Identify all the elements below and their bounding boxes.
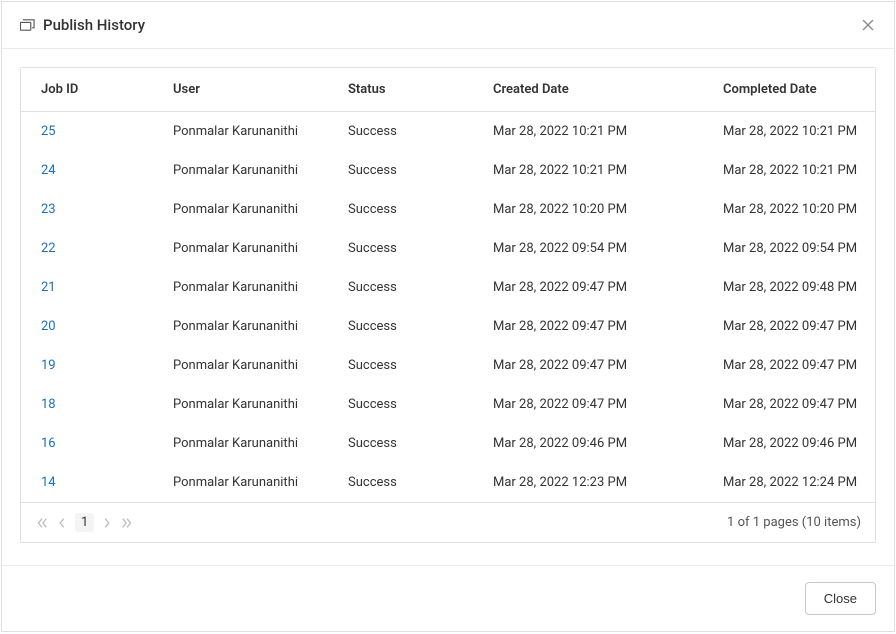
cell-completed: Mar 28, 2022 10:20 PM (723, 202, 863, 217)
pager-summary: 1 of 1 pages (10 items) (727, 515, 861, 530)
cell-created: Mar 28, 2022 10:21 PM (493, 163, 723, 178)
job-id-link[interactable]: 25 (41, 124, 56, 139)
dialog-title: Publish History (43, 16, 145, 34)
table-body: 25Ponmalar KarunanithiSuccessMar 28, 202… (21, 112, 875, 502)
table-row: 18Ponmalar KarunanithiSuccessMar 28, 202… (21, 385, 875, 424)
cell-completed: Mar 28, 2022 10:21 PM (723, 124, 863, 139)
table-row: 20Ponmalar KarunanithiSuccessMar 28, 202… (21, 307, 875, 346)
cell-completed: Mar 28, 2022 09:48 PM (723, 280, 863, 295)
table-row: 19Ponmalar KarunanithiSuccessMar 28, 202… (21, 346, 875, 385)
col-header-status[interactable]: Status (348, 82, 493, 97)
cell-completed: Mar 28, 2022 09:54 PM (723, 241, 863, 256)
cell-user: Ponmalar Karunanithi (173, 436, 348, 451)
cell-created: Mar 28, 2022 09:47 PM (493, 319, 723, 334)
cell-status: Success (348, 475, 493, 490)
pager-first-icon[interactable] (35, 516, 49, 530)
col-header-completed[interactable]: Completed Date (723, 82, 863, 97)
cell-status: Success (348, 241, 493, 256)
table-row: 14Ponmalar KarunanithiSuccessMar 28, 202… (21, 463, 875, 502)
table-row: 24Ponmalar KarunanithiSuccessMar 28, 202… (21, 151, 875, 190)
table-row: 23Ponmalar KarunanithiSuccessMar 28, 202… (21, 190, 875, 229)
cell-completed: Mar 28, 2022 10:21 PM (723, 163, 863, 178)
job-id-link[interactable]: 23 (41, 202, 56, 217)
job-id-link[interactable]: 22 (41, 241, 56, 256)
pager-current-page[interactable]: 1 (75, 513, 94, 532)
table-row: 22Ponmalar KarunanithiSuccessMar 28, 202… (21, 229, 875, 268)
dialog-header: Publish History (2, 2, 894, 49)
table-header-row: Job ID User Status Created Date Complete… (21, 68, 875, 112)
cell-user: Ponmalar Karunanithi (173, 241, 348, 256)
cell-created: Mar 28, 2022 09:47 PM (493, 280, 723, 295)
cell-status: Success (348, 436, 493, 451)
job-id-link[interactable]: 14 (41, 475, 56, 490)
pager: 1 (35, 513, 134, 532)
col-header-jobid[interactable]: Job ID (33, 82, 173, 97)
cell-created: Mar 28, 2022 10:20 PM (493, 202, 723, 217)
job-id-link[interactable]: 19 (41, 358, 56, 373)
cell-user: Ponmalar Karunanithi (173, 124, 348, 139)
publish-history-table: Job ID User Status Created Date Complete… (20, 67, 876, 543)
cell-created: Mar 28, 2022 09:47 PM (493, 397, 723, 412)
cell-status: Success (348, 124, 493, 139)
pager-last-icon[interactable] (120, 516, 134, 530)
cell-created: Mar 28, 2022 09:54 PM (493, 241, 723, 256)
job-id-link[interactable]: 21 (41, 280, 56, 295)
pager-prev-icon[interactable] (55, 516, 69, 530)
publish-history-dialog: Publish History Job ID User Status Creat… (1, 1, 895, 632)
job-id-link[interactable]: 18 (41, 397, 56, 412)
dialog-content: Job ID User Status Created Date Complete… (2, 49, 894, 565)
cell-completed: Mar 28, 2022 09:46 PM (723, 436, 863, 451)
table-row: 25Ponmalar KarunanithiSuccessMar 28, 202… (21, 112, 875, 151)
cell-status: Success (348, 280, 493, 295)
table-row: 16Ponmalar KarunanithiSuccessMar 28, 202… (21, 424, 875, 463)
cell-user: Ponmalar Karunanithi (173, 163, 348, 178)
cell-status: Success (348, 358, 493, 373)
cell-user: Ponmalar Karunanithi (173, 280, 348, 295)
col-header-created[interactable]: Created Date (493, 82, 723, 97)
cell-completed: Mar 28, 2022 12:24 PM (723, 475, 863, 490)
cell-user: Ponmalar Karunanithi (173, 358, 348, 373)
close-button[interactable]: Close (805, 582, 876, 615)
job-id-link[interactable]: 24 (41, 163, 56, 178)
cell-status: Success (348, 397, 493, 412)
dialog-title-wrap: Publish History (20, 16, 145, 34)
cell-user: Ponmalar Karunanithi (173, 397, 348, 412)
cell-created: Mar 28, 2022 10:21 PM (493, 124, 723, 139)
cell-created: Mar 28, 2022 09:46 PM (493, 436, 723, 451)
cell-user: Ponmalar Karunanithi (173, 202, 348, 217)
cell-created: Mar 28, 2022 09:47 PM (493, 358, 723, 373)
col-header-user[interactable]: User (173, 82, 348, 97)
cell-completed: Mar 28, 2022 09:47 PM (723, 397, 863, 412)
table-row: 21Ponmalar KarunanithiSuccessMar 28, 202… (21, 268, 875, 307)
cell-completed: Mar 28, 2022 09:47 PM (723, 358, 863, 373)
table-footer: 1 1 of 1 pages (10 items) (21, 502, 875, 542)
dialog-footer: Close (2, 565, 894, 631)
cell-status: Success (348, 202, 493, 217)
pager-next-icon[interactable] (100, 516, 114, 530)
job-id-link[interactable]: 16 (41, 436, 56, 451)
cell-user: Ponmalar Karunanithi (173, 475, 348, 490)
cell-status: Success (348, 319, 493, 334)
window-stack-icon (20, 19, 35, 31)
cell-created: Mar 28, 2022 12:23 PM (493, 475, 723, 490)
job-id-link[interactable]: 20 (41, 319, 56, 334)
cell-completed: Mar 28, 2022 09:47 PM (723, 319, 863, 334)
cell-status: Success (348, 163, 493, 178)
cell-user: Ponmalar Karunanithi (173, 319, 348, 334)
close-icon[interactable] (860, 17, 876, 33)
